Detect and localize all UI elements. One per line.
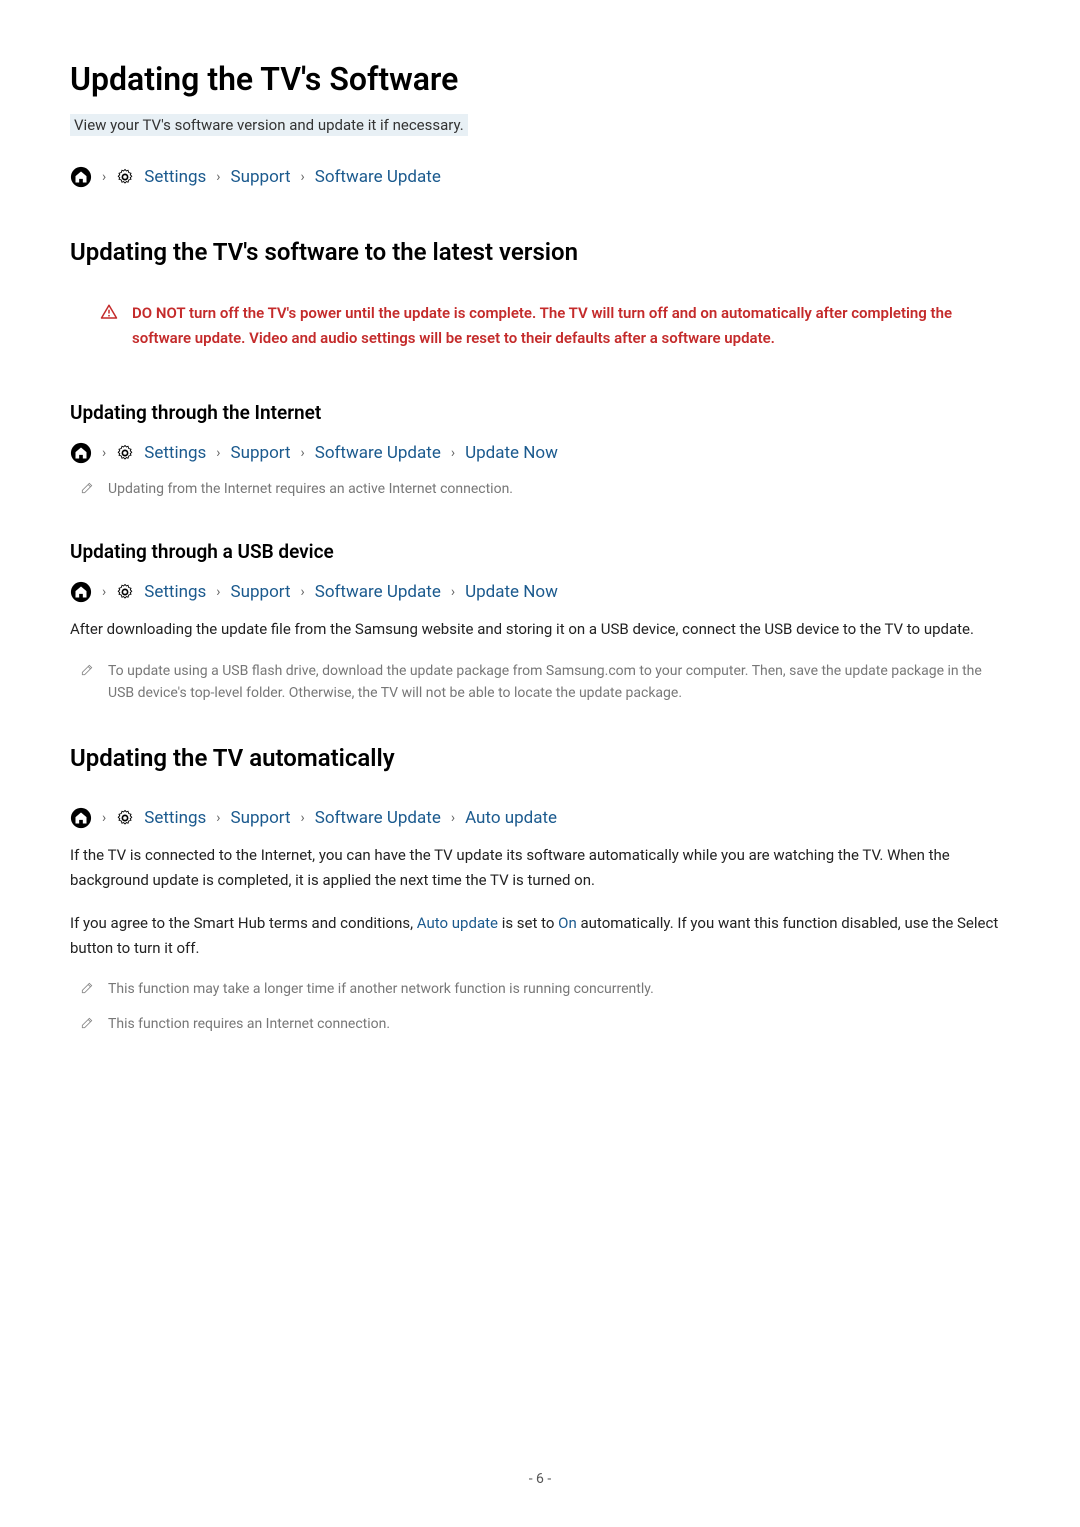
breadcrumb-settings: Settings [144,808,206,828]
breadcrumb-software-update: Software Update [315,582,441,602]
chevron-icon: › [216,169,220,185]
home-icon [70,807,92,829]
gear-icon [116,809,134,827]
section-heading-latest: Updating the TV's software to the latest… [70,238,1010,266]
chevron-icon: › [216,584,220,600]
auto-update-link: Auto update [417,914,498,932]
chevron-icon: › [102,584,106,600]
note-auto-2: This function requires an Internet conne… [70,1013,1010,1035]
subsection-internet-heading: Updating through the Internet [70,401,1010,424]
chevron-icon: › [216,445,220,461]
breadcrumb-auto: › Settings › Support › Software Update ›… [70,807,1010,829]
note-text: Updating from the Internet requires an a… [108,478,513,500]
chevron-icon: › [301,445,305,461]
page-title: Updating the TV's Software [70,60,1010,98]
home-icon [70,166,92,188]
breadcrumb-settings: Settings [144,167,206,187]
pencil-icon [80,981,94,995]
home-icon [70,581,92,603]
breadcrumb-software-update: Software Update [315,808,441,828]
chevron-icon: › [451,445,455,461]
gear-icon [116,583,134,601]
breadcrumb-support: Support [231,167,291,187]
pencil-icon [80,481,94,495]
subsection-usb-heading: Updating through a USB device [70,540,1010,563]
auto-body-2: If you agree to the Smart Hub terms and … [70,911,1010,961]
warning-text: DO NOT turn off the TV's power until the… [132,301,1010,351]
auto-body-1: If the TV is connected to the Internet, … [70,843,1010,893]
note-internet: Updating from the Internet requires an a… [70,478,1010,500]
usb-body-text: After downloading the update file from t… [70,617,1010,642]
pencil-icon [80,1016,94,1030]
chevron-icon: › [102,445,106,461]
note-auto-1: This function may take a longer time if … [70,978,1010,1000]
auto-body-2-mid: is set to [498,914,558,932]
gear-icon [116,168,134,186]
gear-icon [116,444,134,462]
chevron-icon: › [301,810,305,826]
breadcrumb-support: Support [231,443,291,463]
chevron-icon: › [102,810,106,826]
pencil-icon [80,663,94,677]
chevron-icon: › [216,810,220,826]
section-heading-auto: Updating the TV automatically [70,744,1010,772]
breadcrumb-update-now: Update Now [465,582,558,602]
chevron-icon: › [301,584,305,600]
breadcrumb-update-now: Update Now [465,443,558,463]
auto-body-2-pre: If you agree to the Smart Hub terms and … [70,914,417,932]
chevron-icon: › [102,169,106,185]
chevron-icon: › [451,584,455,600]
breadcrumb-support: Support [231,808,291,828]
breadcrumb-usb: › Settings › Support › Software Update ›… [70,581,1010,603]
breadcrumb-internet: › Settings › Support › Software Update ›… [70,442,1010,464]
note-text: To update using a USB flash drive, downl… [108,660,1010,705]
breadcrumb-software-update: Software Update [315,167,441,187]
breadcrumb-auto-update: Auto update [465,808,557,828]
warning-icon [100,303,118,321]
breadcrumb-software-update: Software Update [315,443,441,463]
chevron-icon: › [451,810,455,826]
note-usb: To update using a USB flash drive, downl… [70,660,1010,705]
chevron-icon: › [301,169,305,185]
breadcrumb-settings: Settings [144,582,206,602]
on-link: On [558,914,577,932]
breadcrumb-support: Support [231,582,291,602]
warning-callout: DO NOT turn off the TV's power until the… [70,301,1010,351]
note-text: This function requires an Internet conne… [108,1013,390,1035]
page-subtitle: View your TV's software version and upda… [70,114,468,136]
note-text: This function may take a longer time if … [108,978,654,1000]
page-number: - 6 - [529,1471,552,1487]
breadcrumb-main: › Settings › Support › Software Update [70,166,1010,188]
home-icon [70,442,92,464]
breadcrumb-settings: Settings [144,443,206,463]
